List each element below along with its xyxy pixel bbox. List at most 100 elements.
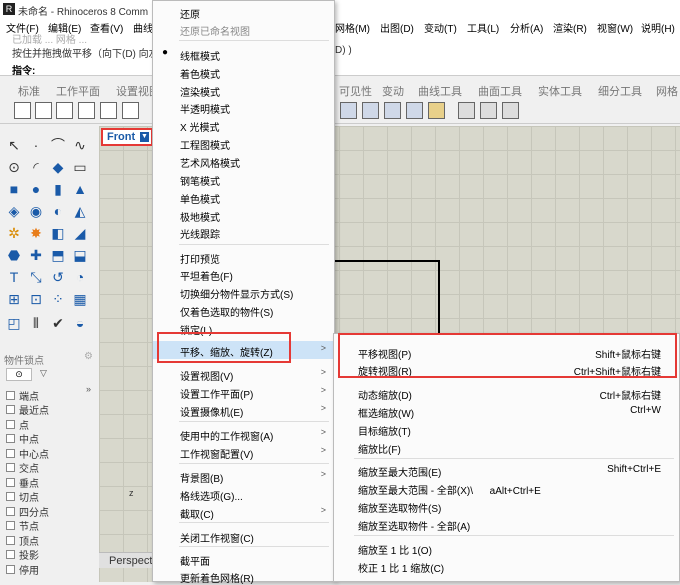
check-icon[interactable]: ✔: [48, 314, 68, 332]
osnap-item[interactable]: 交点: [6, 460, 39, 475]
osnap-item[interactable]: 停用: [6, 562, 39, 577]
menu-item-ghosted[interactable]: 半透明模式: [153, 98, 334, 116]
menu-analyze[interactable]: 分析(A): [510, 20, 543, 35]
submenu-item-zoom-selected-all[interactable]: 缩放至选取物件 - 全部(A): [334, 515, 679, 533]
checkbox[interactable]: [6, 449, 15, 458]
osnap-item[interactable]: 点: [6, 417, 29, 432]
settings-gear-icon[interactable]: ⚙: [84, 351, 93, 362]
osnap-item[interactable]: 切点: [6, 489, 39, 504]
osnap-item[interactable]: 中点: [6, 431, 39, 446]
folder-icon[interactable]: [428, 102, 445, 119]
tab-standard[interactable]: 标准: [18, 83, 40, 99]
transform-icon[interactable]: ⬣: [4, 246, 24, 264]
tool-icon[interactable]: [406, 102, 423, 119]
checkbox[interactable]: [6, 478, 15, 487]
menu-item-rendered[interactable]: 渲染模式: [153, 81, 334, 99]
fillet-icon[interactable]: ◢: [70, 224, 90, 242]
sphere-icon[interactable]: ●: [26, 180, 46, 198]
menu-item-technical[interactable]: 工程图模式: [153, 134, 334, 152]
polyline-icon[interactable]: ⌒: [48, 136, 68, 154]
submenu-item-zoom-factor[interactable]: 缩放比(F): [334, 438, 679, 456]
checkbox[interactable]: [6, 565, 15, 574]
submenu-item-dynamic-zoom[interactable]: 动态缩放(D) Ctrl+鼠标右键: [334, 384, 679, 402]
select-arrow-icon[interactable]: ↖: [4, 136, 24, 154]
checkbox[interactable]: [6, 550, 15, 559]
osnap-item[interactable]: 四分点: [6, 504, 49, 519]
tab-surface-tools[interactable]: 曲面工具: [478, 83, 522, 99]
tab-visibility[interactable]: 可见性: [339, 83, 372, 99]
viewport-title[interactable]: Front ▼: [101, 128, 153, 146]
tab-subd-tools[interactable]: 细分工具: [598, 83, 642, 99]
osnap-item[interactable]: 垂点: [6, 475, 39, 490]
checkbox[interactable]: [6, 391, 15, 400]
extrude-icon[interactable]: ◭: [70, 202, 90, 220]
block-icon[interactable]: ▦: [70, 290, 90, 308]
viewport-tab-perspective[interactable]: Perspect: [99, 552, 153, 568]
menu-curve[interactable]: 曲线: [133, 20, 153, 35]
rotate-icon[interactable]: ⬒: [48, 246, 68, 264]
dimension-icon[interactable]: ⤡: [26, 268, 46, 286]
osnap-item[interactable]: 端点: [6, 388, 39, 403]
cone-icon[interactable]: ▲: [70, 180, 90, 198]
menu-item-grid-options[interactable]: 格线选项(G)...: [153, 485, 334, 503]
checkbox[interactable]: [6, 405, 15, 414]
menu-help[interactable]: 说明(H): [641, 20, 675, 35]
menu-item-set-view[interactable]: 设置视图(V) >: [153, 365, 334, 383]
menu-item-viewport-layout[interactable]: 工作视窗配置(V) >: [153, 443, 334, 461]
move-icon[interactable]: ✚: [26, 246, 46, 264]
rectangle-icon[interactable]: ▭: [70, 158, 90, 176]
curve-icon[interactable]: ∿: [70, 136, 90, 154]
menu-item-wireframe[interactable]: ● 线框模式: [153, 45, 334, 63]
subd-icon[interactable]: ◉: [26, 202, 46, 220]
cylinder-icon[interactable]: ▮: [48, 180, 68, 198]
chevron-down-icon[interactable]: ▼: [140, 132, 149, 142]
grid-icon[interactable]: ⊡: [26, 290, 46, 308]
menu-item-set-camera[interactable]: 设置摄像机(E) >: [153, 401, 334, 419]
box-icon[interactable]: ■: [4, 180, 24, 198]
tab-solid-tools[interactable]: 实体工具: [538, 83, 582, 99]
boolean-icon[interactable]: ◧: [48, 224, 68, 242]
menu-dimension[interactable]: 出图(D): [380, 20, 414, 35]
tool-icon[interactable]: [78, 102, 95, 119]
menu-render[interactable]: 渲染(R): [553, 20, 587, 35]
menu-item-active-viewport[interactable]: 使用中的工作视窗(A) >: [153, 425, 334, 443]
loft-icon[interactable]: ◐: [48, 202, 68, 220]
tab-mesh-tools[interactable]: 网格: [656, 83, 678, 99]
surface-icon[interactable]: ◆: [48, 158, 68, 176]
menu-item-arctic[interactable]: 极地模式: [153, 206, 334, 224]
dots-icon[interactable]: ⁘: [48, 290, 68, 308]
menu-item-background-bitmap[interactable]: 背景图(B) >: [153, 467, 334, 485]
filter-icon[interactable]: ▽: [40, 368, 47, 379]
menu-item-clipping-plane[interactable]: 截平面: [153, 550, 334, 568]
checkbox[interactable]: [6, 420, 15, 429]
tool-icon[interactable]: [100, 102, 117, 119]
tab-cplanes[interactable]: 工作平面: [56, 83, 100, 99]
menu-item-monochrome[interactable]: 单色模式: [153, 188, 334, 206]
menu-item-refresh-shade-mesh[interactable]: 更新着色网格(R): [153, 567, 334, 585]
menu-item-toggle-subd-display[interactable]: 切换细分物件显示方式(S): [153, 283, 334, 301]
array-icon[interactable]: ⊞: [4, 290, 24, 308]
osnap-item[interactable]: 节点: [6, 518, 39, 533]
menu-item-xray[interactable]: X 光模式: [153, 116, 334, 134]
osnap-item[interactable]: 中心点: [6, 446, 49, 461]
tool-icon[interactable]: [35, 102, 52, 119]
menu-mesh[interactable]: 网格(M): [335, 20, 370, 35]
gear-icon[interactable]: ✲: [4, 224, 24, 242]
render-icon[interactable]: ◒: [70, 314, 90, 332]
osnap-item[interactable]: 最近点: [6, 402, 49, 417]
tool-icon[interactable]: [502, 102, 519, 119]
menu-item-set-cplane[interactable]: 设置工作平面(P) >: [153, 383, 334, 401]
tool-icon[interactable]: [122, 102, 139, 119]
print-icon[interactable]: [458, 102, 475, 119]
tool-icon[interactable]: [14, 102, 31, 119]
checkbox[interactable]: [6, 492, 15, 501]
menu-tools[interactable]: 工具(L): [467, 20, 499, 35]
tool-icon[interactable]: [362, 102, 379, 119]
tab-transform[interactable]: 变动: [382, 83, 404, 99]
menu-item-shaded[interactable]: 着色模式: [153, 63, 334, 81]
command-prompt[interactable]: 指令:: [12, 62, 35, 77]
properties-icon[interactable]: [480, 102, 497, 119]
submenu-item-zoom-1to1[interactable]: 缩放至 1 比 1(O): [334, 539, 679, 557]
menu-transform[interactable]: 变动(T): [424, 20, 457, 35]
text-icon[interactable]: T: [4, 268, 24, 286]
